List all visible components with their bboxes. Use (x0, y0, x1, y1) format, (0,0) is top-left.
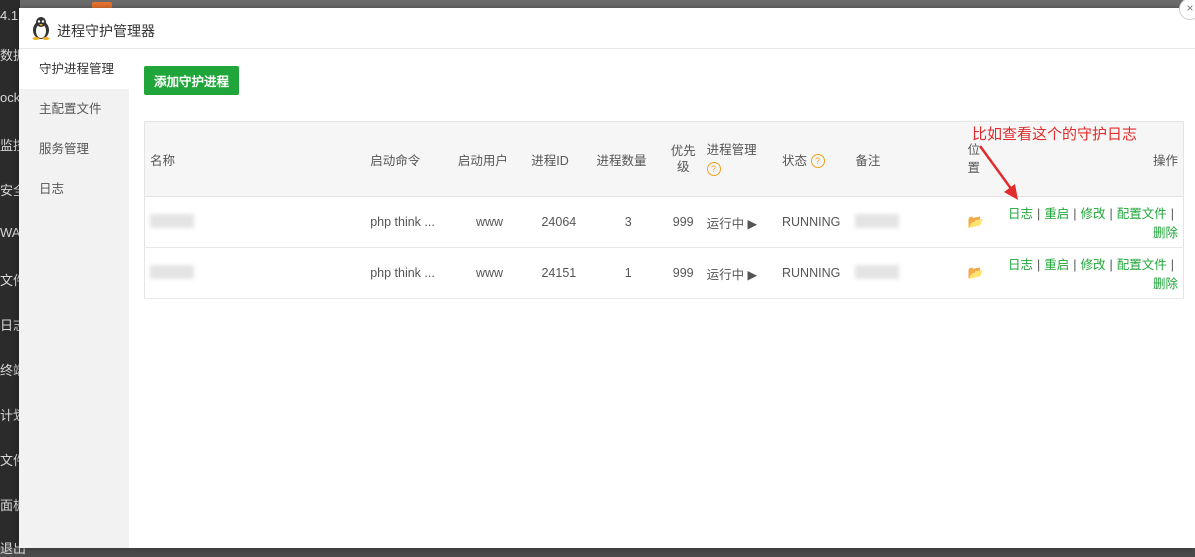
cell-pid: 24064 (526, 196, 592, 248)
cell-user: www (452, 247, 527, 299)
cell-priority: 999 (664, 196, 702, 248)
ops-separator: | (1170, 258, 1174, 272)
cell-status: RUNNING (777, 247, 851, 299)
cell-manage-running[interactable]: 运行中 ▶ (701, 196, 777, 248)
cell-location: 📂 (962, 247, 990, 299)
column-header-manage-label: 进程管理 (706, 143, 757, 157)
cell-count: 1 (591, 247, 665, 299)
sidebar-item-logs[interactable]: 日志 (19, 169, 129, 209)
column-header-status-label: 状态 (782, 153, 808, 168)
config-file-link[interactable]: 配置文件 (1117, 258, 1167, 272)
column-header-count: 进程数量 (591, 121, 665, 197)
ops-separator: | (1109, 207, 1113, 221)
cell-pid: 24151 (526, 247, 592, 299)
help-icon[interactable]: ? (706, 161, 721, 176)
cell-count: 3 (591, 196, 665, 248)
sidebar-item-service-management[interactable]: 服务管理 (19, 129, 129, 169)
ops-separator: | (1073, 207, 1077, 221)
column-header-name: 名称 (144, 121, 366, 197)
background-topbar (20, 0, 1195, 8)
cell-remark-redacted (850, 247, 963, 299)
dialog-title: 进程守护管理器 (57, 23, 155, 39)
cell-command: php think ... (365, 247, 453, 299)
column-header-remark: 备注 (850, 121, 963, 197)
redacted-name (150, 264, 194, 279)
background-app-sidebar: 4.12 数据 ock 监控 安全 WAF 文件 日志 终端 计划 文件 面板 … (0, 0, 28, 556)
cell-user: www (452, 196, 527, 248)
process-manager-dialog: 进程守护管理器 × 守护进程管理 主配置文件 服务管理 日志 添加守护进程 名称… (19, 0, 1195, 548)
restart-link[interactable]: 重启 (1044, 207, 1069, 221)
cell-remark-redacted (850, 196, 963, 248)
delete-link[interactable]: 删除 (1153, 226, 1178, 240)
ops-separator: | (1036, 258, 1041, 272)
config-file-link[interactable]: 配置文件 (1117, 207, 1167, 221)
column-header-user: 启动用户 (452, 121, 527, 197)
penguin-logo-icon (32, 17, 50, 40)
cell-status: RUNNING (777, 196, 851, 248)
column-header-command: 启动命令 (365, 121, 453, 197)
ops-separator: | (1170, 207, 1174, 221)
sidebar-item-main-config[interactable]: 主配置文件 (19, 89, 129, 129)
log-link[interactable]: 日志 (1008, 258, 1033, 272)
column-header-priority: 优先级 (664, 121, 702, 197)
folder-icon[interactable]: 📂 (968, 265, 984, 280)
cell-name-redacted (144, 247, 366, 299)
sidebar-item-daemon-management[interactable]: 守护进程管理 (19, 49, 129, 89)
redacted-remark (855, 264, 900, 279)
ops-separator: | (1109, 258, 1113, 272)
ops-separator: | (1073, 258, 1077, 272)
cell-command: php think ... (365, 196, 453, 248)
delete-link[interactable]: 删除 (1153, 277, 1178, 291)
column-header-manage: 进程管理 ? (701, 121, 777, 197)
cell-ops: 日志 | 重启 | 修改 | 配置文件 | 删除 (989, 247, 1184, 299)
column-header-pid: 进程ID (526, 121, 592, 197)
annotation-arrow-icon (978, 145, 1018, 200)
column-header-status: 状态 ? (777, 121, 851, 197)
cell-priority: 999 (664, 247, 702, 299)
edit-link[interactable]: 修改 (1080, 207, 1105, 221)
cell-manage-running[interactable]: 运行中 ▶ (701, 247, 777, 299)
redacted-remark (855, 213, 900, 228)
dialog-header: 进程守护管理器 (19, 8, 1195, 49)
add-daemon-button[interactable]: 添加守护进程 (144, 66, 240, 95)
help-icon[interactable]: ? (810, 154, 825, 169)
cell-name-redacted (144, 196, 366, 248)
restart-link[interactable]: 重启 (1044, 258, 1069, 272)
table-row: php think ... www 24151 1 999 运行中 ▶ RUNN… (144, 247, 1184, 299)
edit-link[interactable]: 修改 (1080, 258, 1105, 272)
redacted-name (150, 213, 194, 228)
dialog-sidebar: 守护进程管理 主配置文件 服务管理 日志 (19, 49, 129, 548)
